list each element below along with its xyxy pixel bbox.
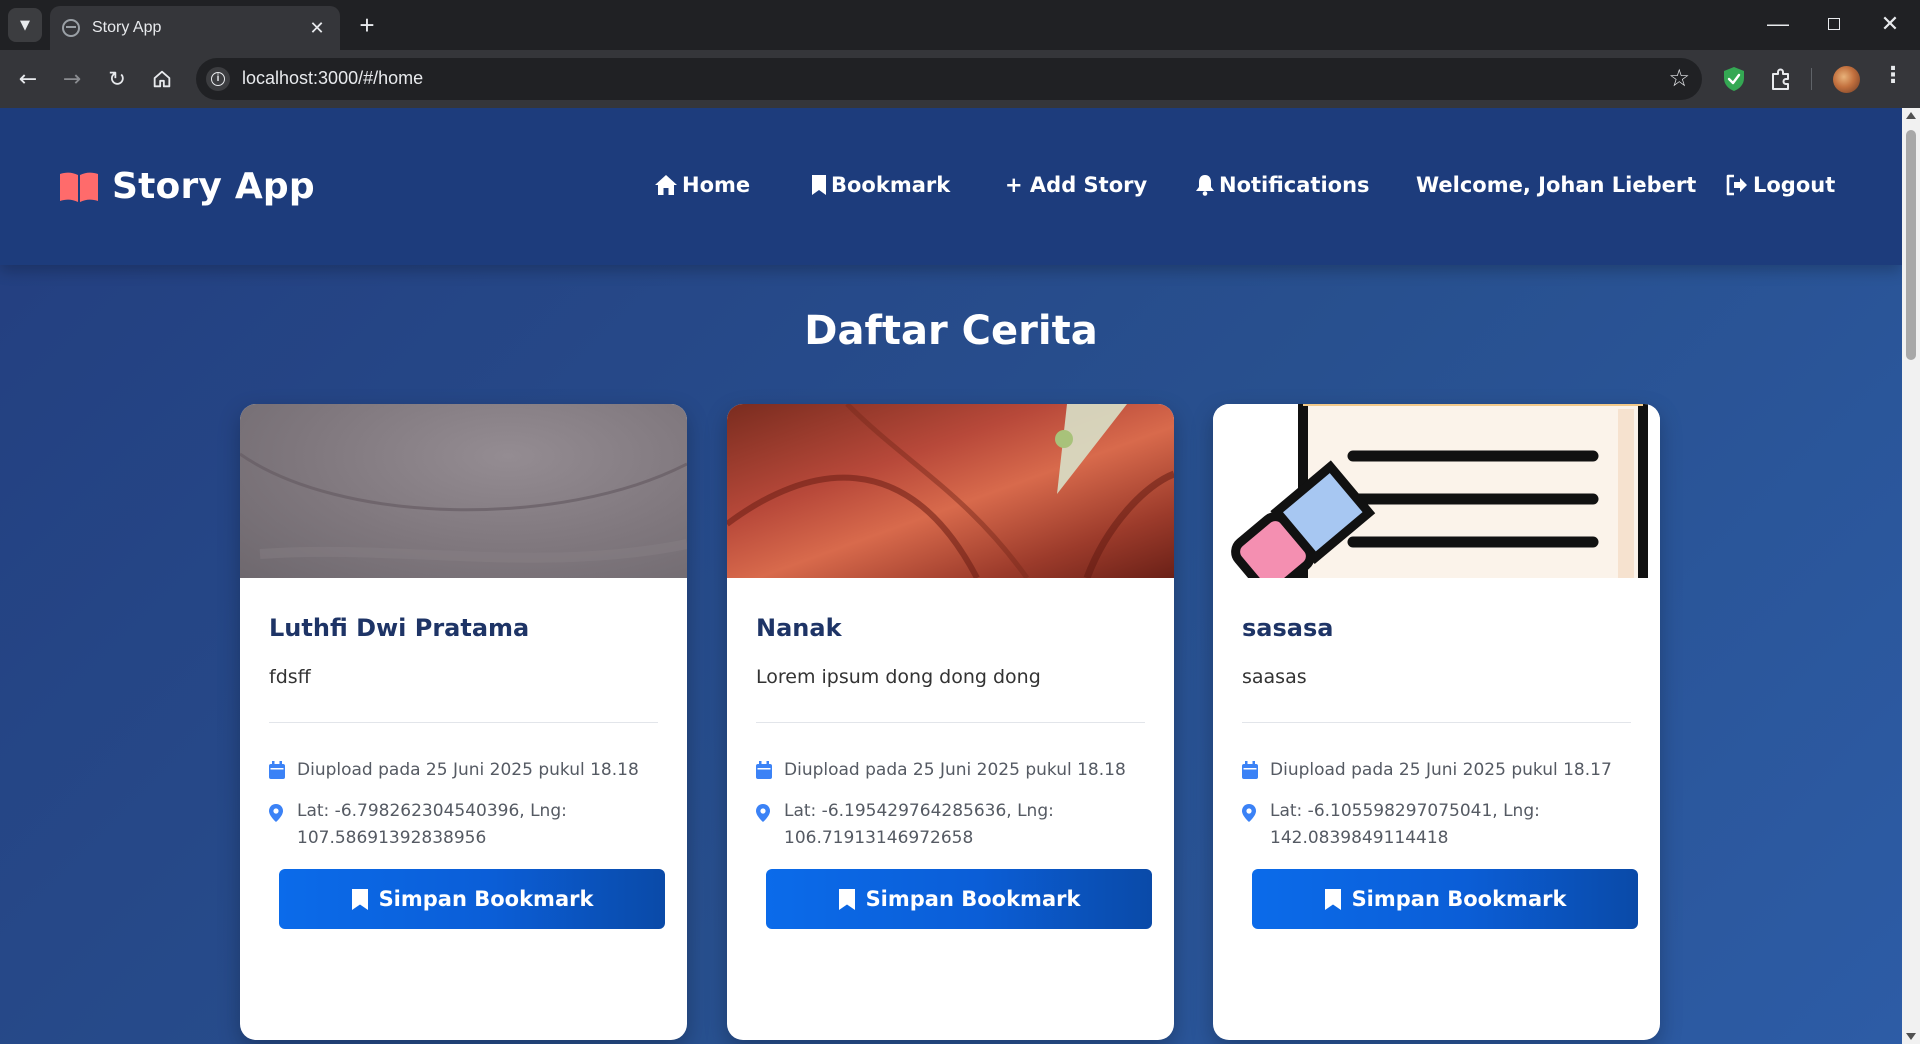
save-bookmark-button[interactable]: Simpan Bookmark: [766, 869, 1152, 929]
reload-button[interactable]: ↻: [101, 63, 133, 95]
tab-search-button[interactable]: ▼: [8, 8, 42, 42]
story-location-text: Lat: -6.105598297075041, Lng: 142.083984…: [1270, 801, 1540, 848]
story-image[interactable]: [240, 404, 687, 578]
calendar-icon: [756, 761, 772, 779]
forward-button[interactable]: →: [56, 63, 88, 95]
bell-icon: [1196, 175, 1214, 196]
story-card: Nanak Lorem ipsum dong dong dong Diuploa…: [727, 404, 1174, 1040]
story-photo-texture: [240, 452, 687, 563]
nav-bookmark-label: Bookmark: [831, 173, 951, 197]
story-description: Lorem ipsum dong dong dong: [756, 666, 1041, 688]
brand-title: Story App: [112, 166, 315, 207]
extensions-puzzle-icon[interactable]: [1768, 66, 1794, 92]
logout-icon: [1726, 174, 1747, 196]
story-upload-date-text: Diupload pada 25 Juni 2025 pukul 18.18: [297, 760, 639, 780]
page-viewport: Story App Home Bookmark + Add Story Noti…: [0, 108, 1920, 1044]
welcome-text: Welcome, Johan Liebert: [1416, 173, 1697, 197]
open-book-icon: [60, 172, 98, 202]
tab-title: Story App: [92, 19, 162, 36]
bookmark-icon: [838, 888, 855, 910]
story-image[interactable]: [727, 404, 1174, 578]
calendar-icon: [269, 761, 285, 779]
nav-notifications-label: Notifications: [1219, 173, 1370, 197]
story-image[interactable]: [1213, 404, 1660, 578]
story-upload-date-text: Diupload pada 25 Juni 2025 pukul 18.18: [784, 760, 1126, 780]
tab-close-icon[interactable]: ✕: [306, 18, 328, 39]
browser-tab[interactable]: Story App ✕: [50, 6, 340, 50]
story-location-text: Lat: -6.798262304540396, Lng: 107.586913…: [297, 801, 567, 848]
story-upload-date: Diupload pada 25 Juni 2025 pukul 18.18: [269, 760, 639, 780]
scroll-down-arrow[interactable]: [1906, 1033, 1916, 1040]
calendar-icon: [1242, 761, 1258, 779]
map-pin-icon: [756, 804, 770, 822]
save-bookmark-label: Simpan Bookmark: [378, 887, 594, 911]
card-divider: [1242, 722, 1631, 723]
map-pin-icon: [269, 804, 283, 822]
nav-logout-label: Logout: [1753, 173, 1836, 197]
nav-logout[interactable]: Logout: [1725, 173, 1835, 197]
nav-home-label: Home: [682, 173, 751, 197]
restore-button[interactable]: [1814, 8, 1854, 40]
back-button[interactable]: ←: [12, 63, 44, 95]
minimize-button[interactable]: —: [1758, 8, 1798, 40]
save-bookmark-label: Simpan Bookmark: [865, 887, 1081, 911]
story-author: sasasa: [1242, 614, 1334, 642]
document-illustration: [1231, 404, 1648, 578]
home-icon: [655, 175, 677, 195]
browser-toolbar: ← → ↻ i localhost:3000/#/home ☆ ⋮: [0, 50, 1920, 108]
site-info-icon[interactable]: i: [206, 67, 230, 91]
save-bookmark-button[interactable]: Simpan Bookmark: [1252, 869, 1638, 929]
save-bookmark-button[interactable]: Simpan Bookmark: [279, 869, 665, 929]
card-divider: [269, 722, 658, 723]
story-location-text: Lat: -6.195429764285636, Lng: 106.719131…: [784, 801, 1054, 848]
story-location: Lat: -6.195429764285636, Lng: 106.719131…: [756, 798, 1086, 852]
page-scrollbar[interactable]: [1902, 108, 1920, 1044]
story-location: Lat: -6.798262304540396, Lng: 107.586913…: [269, 798, 599, 852]
story-upload-date: Diupload pada 25 Juni 2025 pukul 18.18: [756, 760, 1126, 780]
browser-tab-bar: ▼ Story App ✕ + — ✕: [0, 0, 1920, 50]
url-text[interactable]: localhost:3000/#/home: [242, 68, 423, 89]
bookmark-star-icon[interactable]: ☆: [1668, 64, 1690, 92]
nav-add-story[interactable]: + Add Story: [1005, 173, 1147, 197]
scroll-up-arrow[interactable]: [1906, 112, 1916, 119]
scrollbar-thumb[interactable]: [1906, 130, 1916, 360]
story-location: Lat: -6.105598297075041, Lng: 142.083984…: [1242, 798, 1572, 852]
nav-bookmark[interactable]: Bookmark: [811, 173, 950, 197]
browser-menu-icon[interactable]: ⋮: [1882, 63, 1904, 88]
page-title: Daftar Cerita: [804, 308, 1098, 354]
nav-home[interactable]: Home: [654, 173, 750, 197]
story-author: Nanak: [756, 614, 842, 642]
address-bar[interactable]: i localhost:3000/#/home ☆: [196, 58, 1702, 100]
save-bookmark-label: Simpan Bookmark: [1351, 887, 1567, 911]
home-outline-icon: [153, 70, 171, 88]
shield-extension-icon[interactable]: [1722, 66, 1746, 92]
story-description: saasas: [1242, 666, 1307, 688]
bookmark-icon: [1324, 888, 1341, 910]
site-header: Story App Home Bookmark + Add Story Noti…: [0, 108, 1902, 265]
story-card: Luthfi Dwi Pratama fdsff Diupload pada 2…: [240, 404, 687, 1040]
map-pin-icon: [1242, 804, 1256, 822]
story-card: sasasa saasas Diupload pada 25 Juni 2025…: [1213, 404, 1660, 1040]
card-divider: [756, 722, 1145, 723]
bookmark-icon: [812, 175, 826, 195]
nav-add-story-label: + Add Story: [1005, 173, 1148, 197]
story-photo-texture: [727, 404, 1174, 578]
story-description: fdsff: [269, 666, 311, 688]
story-upload-date-text: Diupload pada 25 Juni 2025 pukul 18.17: [1270, 760, 1612, 780]
story-upload-date: Diupload pada 25 Juni 2025 pukul 18.17: [1242, 760, 1612, 780]
window-close-button[interactable]: ✕: [1870, 8, 1910, 40]
browser-home-button[interactable]: [146, 63, 178, 95]
story-author: Luthfi Dwi Pratama: [269, 614, 530, 642]
nav-notifications[interactable]: Notifications: [1195, 173, 1370, 197]
new-tab-button[interactable]: +: [352, 10, 382, 40]
globe-icon: [62, 19, 80, 37]
bookmark-icon: [351, 888, 368, 910]
toolbar-divider: [1811, 68, 1812, 90]
brand-logo[interactable]: Story App: [58, 166, 315, 207]
profile-avatar[interactable]: [1833, 66, 1860, 93]
